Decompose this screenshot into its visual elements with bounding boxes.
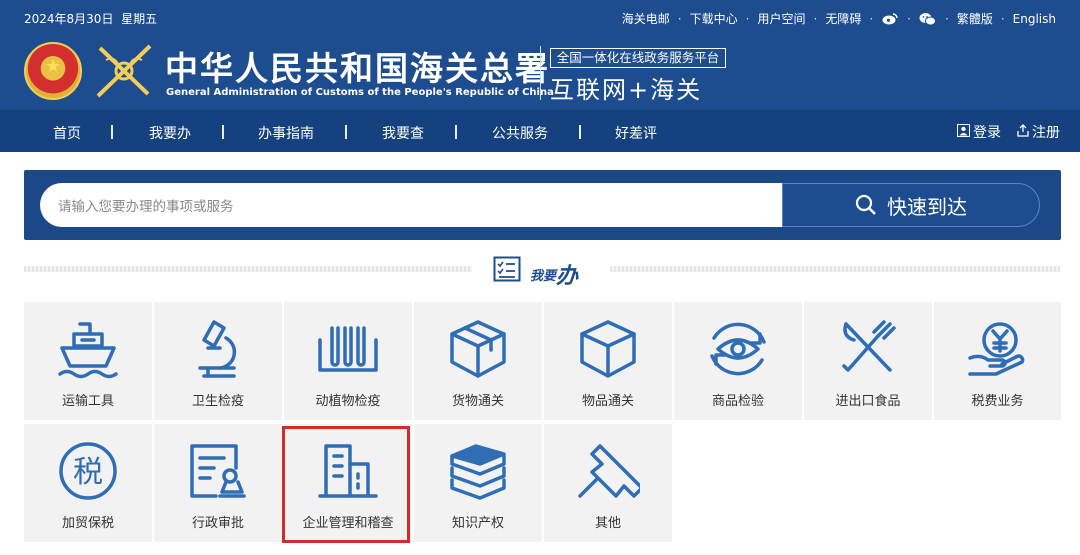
site-title-en: General Administration of Customs of the… — [166, 87, 554, 98]
building-icon — [318, 444, 378, 498]
nav-rating[interactable]: 好差评 — [615, 123, 657, 143]
approval-doc-icon — [190, 444, 246, 498]
platform-title: 互联网+海关 — [550, 76, 703, 104]
nav-i-want-to-query[interactable]: 我要查 — [382, 123, 424, 143]
divider-right — [610, 266, 1060, 272]
service-commodity-inspection[interactable]: 商品检验 — [674, 302, 802, 420]
service-health-quarantine[interactable]: 卫生检疫 — [154, 302, 282, 420]
link-customs-email[interactable]: 海关电邮 — [622, 10, 670, 27]
nav-home[interactable]: 首页 — [53, 123, 81, 143]
service-animal-plant-quarantine[interactable]: 动植物检疫 — [284, 302, 412, 420]
service-label: 行政审批 — [191, 516, 244, 531]
site-title: 中华人民共和国海关总署 — [165, 49, 550, 88]
section-title: 我要办 — [530, 264, 579, 289]
search-icon — [855, 194, 876, 215]
divider-left — [24, 266, 472, 272]
link-accessibility[interactable]: 无障碍 — [825, 10, 861, 27]
upload-icon — [1017, 124, 1029, 140]
service-import-export-food[interactable]: 进出口食品 — [804, 302, 932, 420]
login-link[interactable]: 登录 — [957, 122, 1001, 142]
weekday-text: 星期五 — [121, 12, 158, 26]
service-label: 货物通关 — [451, 394, 504, 409]
service-intellectual-property[interactable]: 知识产权 — [414, 424, 542, 542]
register-link[interactable]: 注册 — [1017, 122, 1060, 142]
quick-access-button[interactable]: 快速到达 — [782, 183, 1040, 227]
service-tax-fees[interactable]: 税费业务 — [934, 302, 1061, 420]
books-icon — [450, 444, 506, 500]
weibo-icon[interactable] — [881, 12, 899, 26]
service-label: 其他 — [594, 516, 621, 531]
search-input[interactable]: 请输入您要办理的事项或服务 — [40, 183, 782, 227]
service-goods-clearance[interactable]: 物品通关 — [544, 302, 672, 420]
user-icon — [957, 124, 970, 140]
wechat-icon[interactable] — [919, 12, 937, 26]
service-cargo-clearance[interactable]: 货物通关 — [414, 302, 542, 420]
search-panel: 请输入您要办理的事项或服务 快速到达 — [24, 170, 1061, 240]
auth-links: 登录 注册 — [957, 122, 1060, 142]
link-user-space[interactable]: 用户空间 — [757, 10, 805, 27]
ship-icon — [58, 322, 118, 379]
service-processing-trade-bonded[interactable]: 税 加贸保税 — [24, 424, 152, 542]
header-divider — [540, 46, 541, 100]
service-label: 知识产权 — [451, 516, 504, 531]
tax-seal-icon: 税 — [59, 442, 117, 500]
service-label: 进出口食品 — [835, 394, 901, 409]
package-icon — [580, 320, 636, 378]
link-english[interactable]: English — [1013, 12, 1056, 26]
cargo-box-icon — [450, 320, 506, 378]
test-tubes-icon — [318, 326, 378, 372]
fork-knife-icon — [842, 320, 896, 372]
date-text: 2024年8月30日 — [24, 12, 114, 26]
current-date: 2024年8月30日 星期五 — [24, 10, 157, 27]
service-label: 商品检验 — [711, 394, 764, 409]
service-label: 物品通关 — [581, 394, 634, 409]
site-header: 2024年8月30日 星期五 海关电邮 · 下载中心 · 用户空间 · 无障碍 … — [0, 0, 1080, 110]
pushpin-icon — [578, 444, 640, 498]
service-label: 动植物检疫 — [315, 394, 381, 409]
checklist-icon — [493, 256, 521, 282]
service-administrative-approval[interactable]: 行政审批 — [154, 424, 282, 542]
main-nav: 首页 我要办 办事指南 我要查 公共服务 好差评 登录 注册 — [0, 110, 1080, 152]
service-other[interactable]: 其他 — [544, 424, 672, 542]
national-emblem-icon: ★ — [24, 42, 82, 100]
quick-access-label: 快速到达 — [887, 194, 967, 219]
service-enterprise-audit[interactable]: 企业管理和稽查 — [284, 424, 412, 542]
link-traditional-chinese[interactable]: 繁體版 — [957, 10, 993, 27]
link-download-center[interactable]: 下载中心 — [690, 10, 738, 27]
platform-subtitle: 全国一体化在线政务服务平台 — [550, 48, 726, 68]
eye-inspection-icon — [710, 322, 766, 376]
service-label: 企业管理和稽查 — [302, 516, 394, 531]
nav-i-want-to-do[interactable]: 我要办 — [149, 123, 191, 143]
top-links: 海关电邮 · 下载中心 · 用户空间 · 无障碍 · · · 繁體版 · Eng… — [621, 10, 1056, 27]
service-transport[interactable]: 运输工具 — [24, 302, 152, 420]
nav-public-service[interactable]: 公共服务 — [492, 123, 548, 143]
svg-text:税: 税 — [73, 455, 103, 490]
nav-guide[interactable]: 办事指南 — [258, 123, 314, 143]
service-label: 运输工具 — [61, 394, 114, 409]
service-label: 加贸保税 — [61, 516, 114, 531]
microscope-icon — [198, 320, 237, 378]
customs-badge-icon — [96, 44, 152, 98]
yuan-hand-icon — [967, 322, 1024, 376]
service-label: 税费业务 — [971, 394, 1024, 409]
service-label: 卫生检疫 — [191, 394, 244, 409]
